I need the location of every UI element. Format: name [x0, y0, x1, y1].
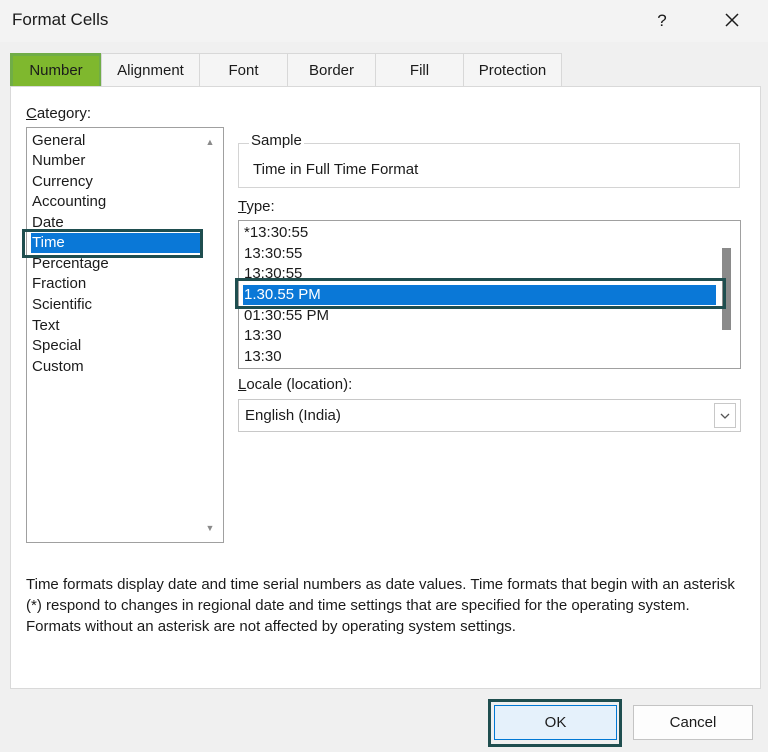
sample-label: Sample [249, 132, 304, 149]
chevron-down-icon [720, 413, 730, 419]
category-item-text[interactable]: Text [31, 316, 200, 336]
help-button[interactable]: ? [645, 8, 679, 34]
tab-font[interactable]: Font [199, 53, 288, 86]
category-item-general[interactable]: General [31, 131, 200, 151]
sample-group: Sample Time in Full Time Format [238, 132, 740, 188]
locale-value: English (India) [245, 407, 341, 424]
type-item[interactable]: 13:30 [243, 326, 716, 346]
ok-button[interactable]: OK [494, 705, 617, 740]
dropdown-button[interactable] [714, 403, 736, 428]
type-item[interactable]: 13:30:55 [243, 244, 716, 264]
type-item[interactable]: 13:30 [243, 347, 716, 367]
number-tab-panel: Category: General Number Currency Accoun… [10, 86, 761, 689]
locale-dropdown[interactable]: English (India) [238, 399, 741, 432]
locale-label: Locale (location): [238, 376, 353, 393]
sample-value: Time in Full Time Format [253, 161, 419, 178]
category-item-accounting[interactable]: Accounting [31, 192, 200, 212]
format-description: Time formats display date and time seria… [26, 576, 735, 635]
type-item[interactable]: 01:30:55 PM [243, 306, 716, 326]
category-item-currency[interactable]: Currency [31, 172, 200, 192]
type-highlight-outline [235, 278, 726, 309]
tab-number[interactable]: Number [10, 53, 102, 86]
category-item-custom[interactable]: Custom [31, 357, 200, 377]
close-icon [725, 13, 739, 27]
close-button[interactable] [712, 6, 752, 34]
title-bar: Format Cells ? [0, 0, 768, 42]
category-item-special[interactable]: Special [31, 336, 200, 356]
scroll-down-arrow-icon[interactable]: ▼ [202, 520, 218, 536]
tab-border[interactable]: Border [287, 53, 376, 86]
scroll-up-arrow-icon[interactable]: ▲ [202, 134, 218, 150]
tab-protection[interactable]: Protection [463, 53, 562, 86]
type-label: Type: [238, 198, 275, 215]
category-item-scientific[interactable]: Scientific [31, 295, 200, 315]
category-item-number[interactable]: Number [31, 151, 200, 171]
category-item-fraction[interactable]: Fraction [31, 274, 200, 294]
type-item[interactable]: *13:30:55 [243, 223, 716, 243]
tab-fill[interactable]: Fill [375, 53, 464, 86]
category-label: Category: [26, 105, 92, 122]
tab-alignment[interactable]: Alignment [101, 53, 200, 86]
dialog-title: Format Cells [12, 10, 109, 29]
category-highlight-outline [22, 229, 203, 258]
category-listbox[interactable]: General Number Currency Accounting Date … [26, 127, 224, 543]
cancel-button[interactable]: Cancel [633, 705, 753, 740]
